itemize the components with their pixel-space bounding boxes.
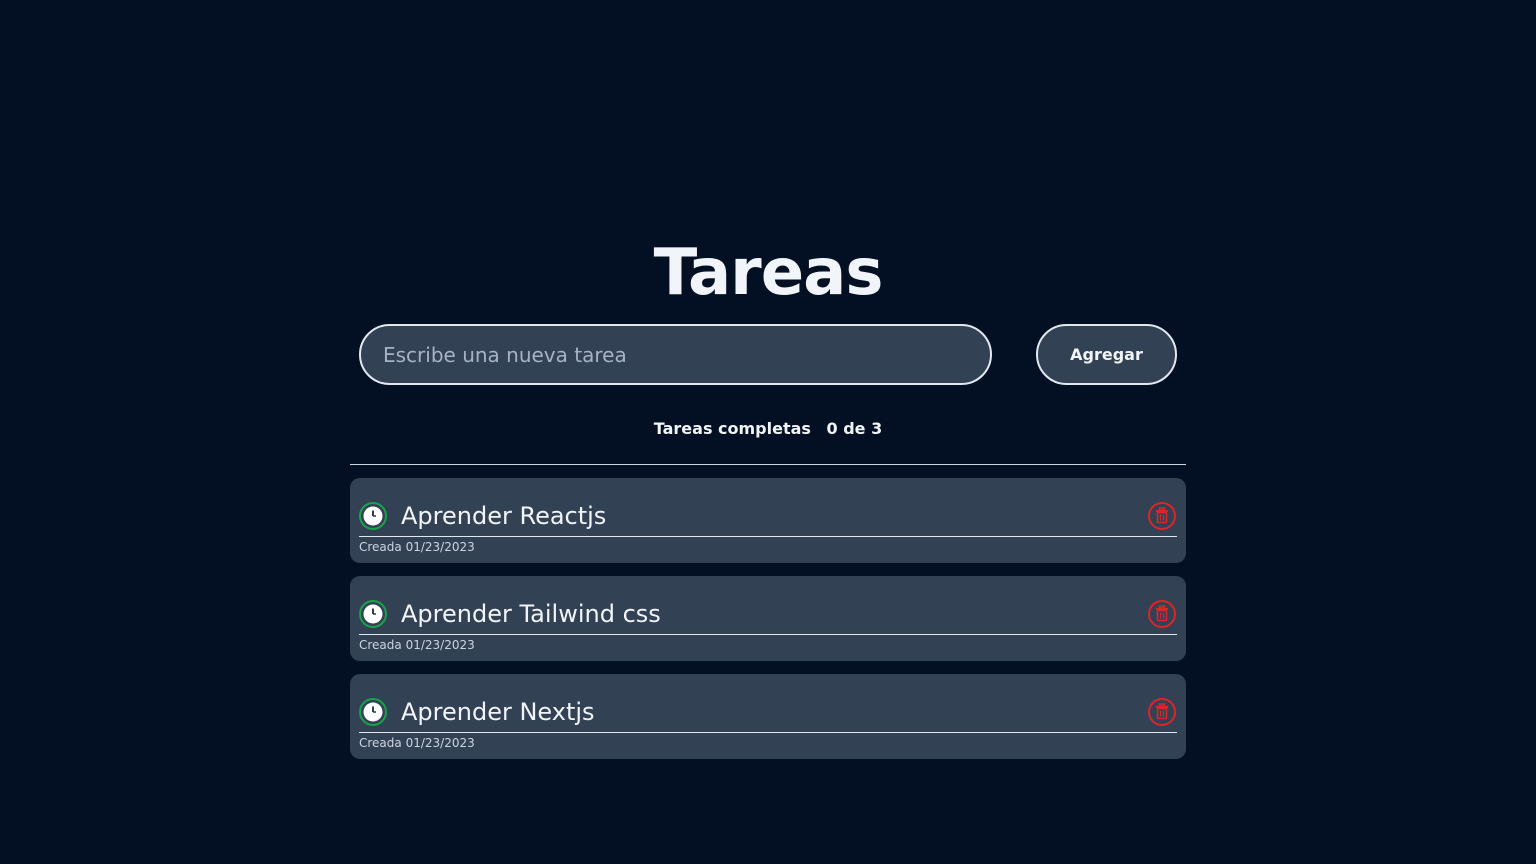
- divider: [350, 464, 1186, 465]
- task-item: Aprender Tailwind css Creada 01/23/2023: [350, 576, 1186, 661]
- trash-icon[interactable]: [1148, 698, 1176, 726]
- completed-counter-value: 0 de 3: [826, 419, 883, 438]
- completed-counter-label: Tareas completas: [653, 419, 811, 438]
- task-text: Aprender Nextjs: [401, 698, 595, 726]
- page-title: Tareas: [653, 235, 884, 310]
- task-underline: [359, 732, 1177, 733]
- task-created-date: Creada 01/23/2023: [359, 736, 475, 750]
- completed-counter: Tareas completas 0 de 3: [0, 418, 1536, 440]
- add-task-button[interactable]: Agregar: [1036, 324, 1177, 385]
- new-task-input[interactable]: [359, 324, 992, 385]
- clock-icon[interactable]: [359, 698, 387, 726]
- task-text: Aprender Tailwind css: [401, 600, 661, 628]
- clock-icon[interactable]: [359, 600, 387, 628]
- task-text: Aprender Reactjs: [401, 502, 607, 530]
- task-item: Aprender Reactjs Creada 01/23/2023: [350, 478, 1186, 563]
- clock-icon[interactable]: [359, 502, 387, 530]
- task-created-date: Creada 01/23/2023: [359, 540, 475, 554]
- task-underline: [359, 634, 1177, 635]
- trash-icon[interactable]: [1148, 502, 1176, 530]
- task-list: Aprender Reactjs Creada 01/23/2023 Apren…: [350, 478, 1186, 772]
- task-item: Aprender Nextjs Creada 01/23/2023: [350, 674, 1186, 759]
- trash-icon[interactable]: [1148, 600, 1176, 628]
- task-created-date: Creada 01/23/2023: [359, 638, 475, 652]
- task-underline: [359, 536, 1177, 537]
